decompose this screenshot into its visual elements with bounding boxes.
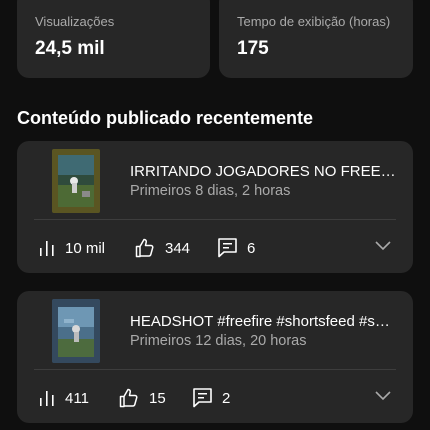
video-title[interactable]: HEADSHOT #freefire #shortsfeed #shorts xyxy=(130,313,398,330)
video-card[interactable]: IRRITANDO JOGADORES NO FREEFIRE Primeiro… xyxy=(17,141,413,273)
divider xyxy=(34,219,396,220)
likes-metric: 344 xyxy=(135,237,190,259)
likes-count: 344 xyxy=(165,239,191,257)
views-bars-icon xyxy=(40,391,54,406)
video-period: Primeiros 8 dias, 2 horas xyxy=(130,183,291,199)
views-label: Visualizações xyxy=(35,14,115,29)
views-metric: 10 mil xyxy=(39,237,105,259)
watch-time-value: 175 xyxy=(237,38,269,59)
views-count: 411 xyxy=(65,389,89,407)
views-stat-card[interactable]: Visualizações 24,5 mil xyxy=(17,0,210,78)
video-period: Primeiros 12 dias, 20 horas xyxy=(130,333,307,349)
divider xyxy=(34,369,396,370)
video-thumbnail[interactable] xyxy=(52,149,100,213)
comments-count: 6 xyxy=(247,239,256,257)
video-card[interactable]: HEADSHOT #freefire #shortsfeed #shorts P… xyxy=(17,291,413,423)
video-thumbnail[interactable] xyxy=(52,299,100,363)
watch-time-stat-card[interactable]: Tempo de exibição (horas) 175 xyxy=(219,0,413,78)
video-title[interactable]: IRRITANDO JOGADORES NO FREEFIRE xyxy=(130,163,398,180)
chevron-down-icon[interactable] xyxy=(375,239,391,251)
watch-time-label: Tempo de exibição (horas) xyxy=(237,14,391,29)
views-count: 10 mil xyxy=(65,239,106,257)
comments-metric: 2 xyxy=(193,387,230,409)
comment-icon xyxy=(193,388,212,408)
views-metric: 411 xyxy=(39,387,89,409)
comments-metric: 6 xyxy=(218,237,255,259)
views-bars-icon xyxy=(40,241,54,256)
comments-count: 2 xyxy=(222,389,231,407)
comment-icon xyxy=(218,238,237,258)
views-value: 24,5 mil xyxy=(35,38,105,59)
likes-count: 15 xyxy=(149,389,166,407)
section-title: Conteúdo publicado recentemente xyxy=(17,108,314,128)
likes-metric: 15 xyxy=(119,387,166,409)
thumbs-up-icon xyxy=(119,388,138,408)
thumbs-up-icon xyxy=(135,238,154,258)
chevron-down-icon[interactable] xyxy=(375,389,391,401)
